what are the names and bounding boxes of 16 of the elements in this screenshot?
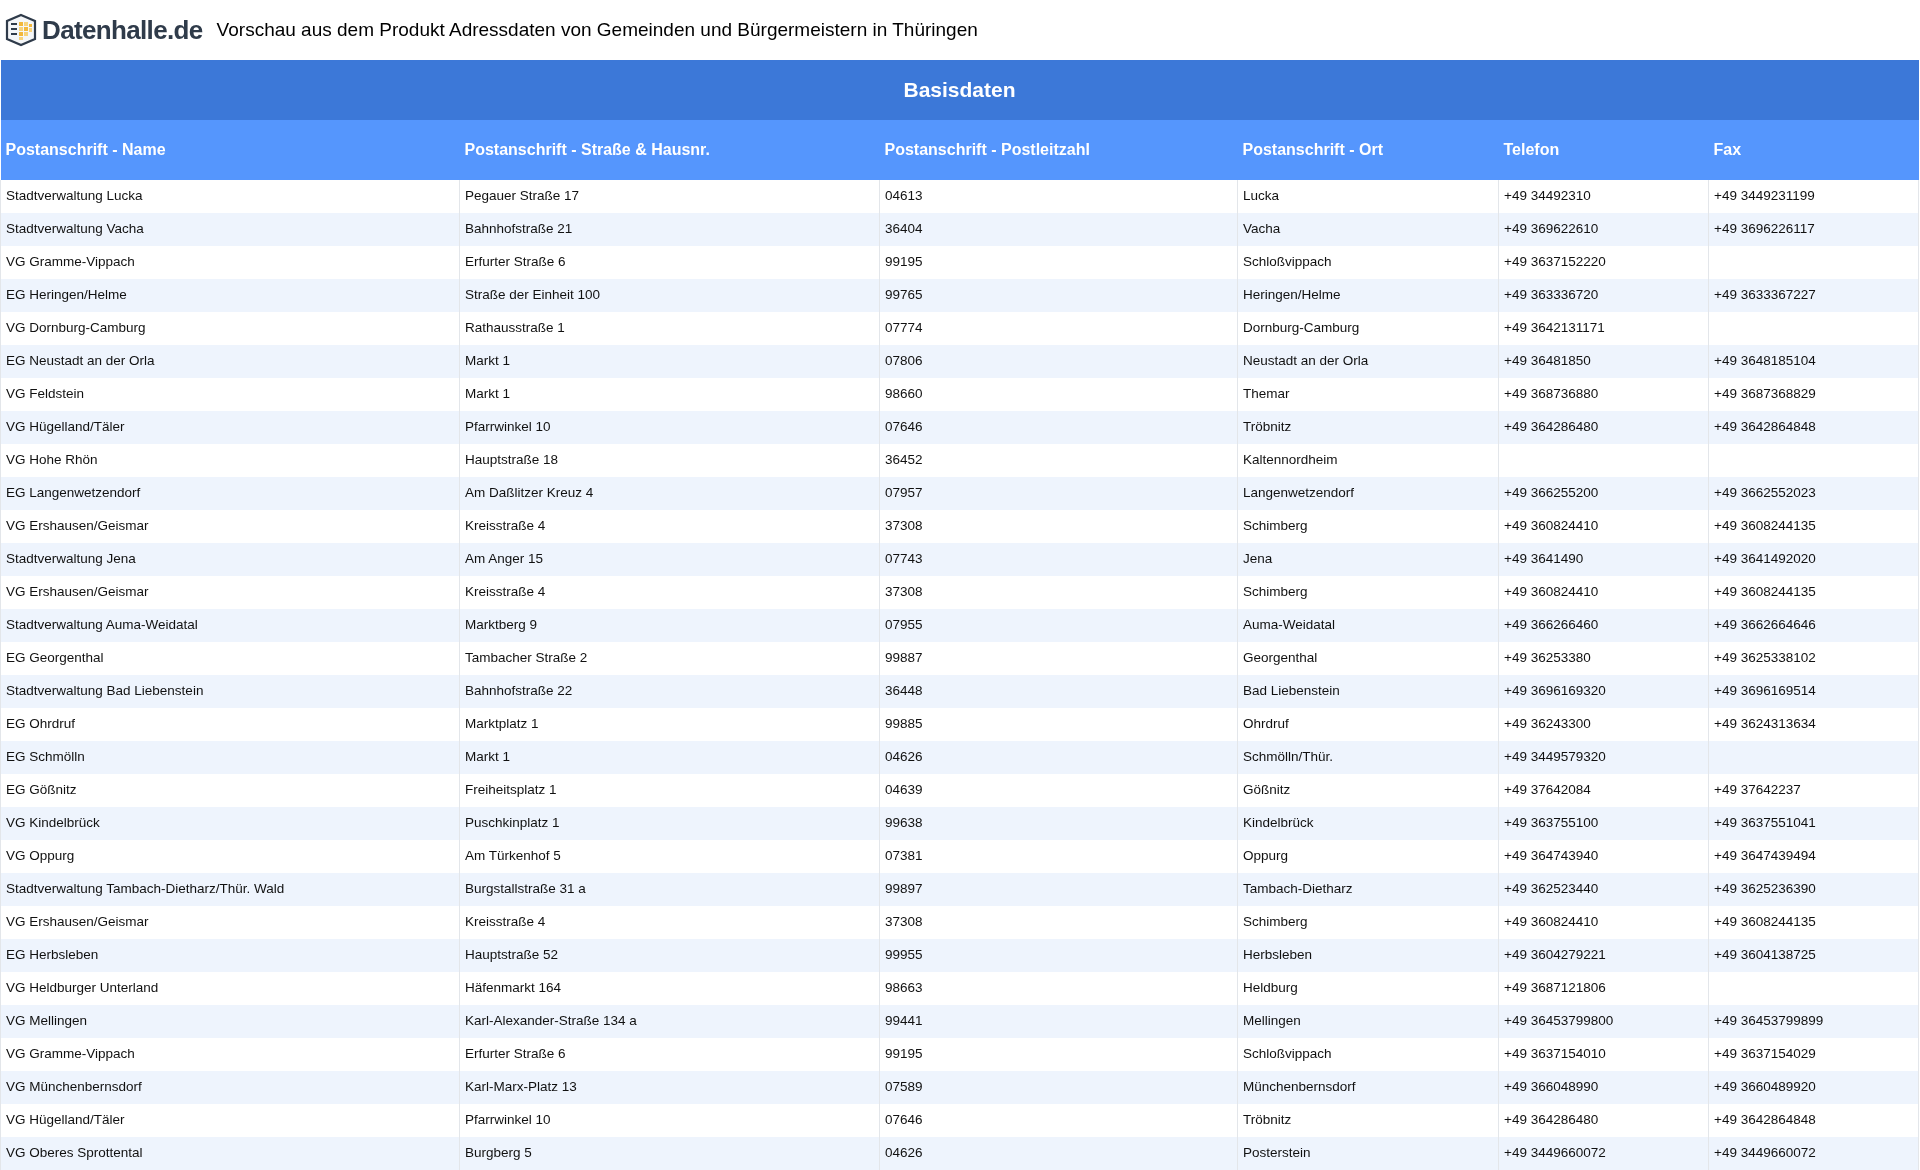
table-group-heading: Basisdaten (0, 60, 1919, 120)
table-cell: VG Oberes Sprottental (0, 1137, 460, 1170)
table-cell: +49 3449660072 (1498, 1137, 1709, 1170)
table-cell: Burgberg 5 (459, 1137, 880, 1170)
table-cell: 04626 (879, 1137, 1238, 1170)
table-cell: +49 3449660072 (1708, 1137, 1919, 1170)
column-header: Telefon (1498, 120, 1709, 180)
logo-icon (4, 13, 38, 47)
column-header: Postanschrift - Ort (1237, 120, 1499, 180)
logo-wordmark[interactable]: Datenhalle.de (42, 10, 203, 50)
column-header: Postanschrift - Name (0, 120, 460, 180)
column-header: Fax (1708, 120, 1919, 180)
column-header: Postanschrift - Postleitzahl (879, 120, 1238, 180)
table-cell: Posterstein (1237, 1137, 1499, 1170)
column-header: Postanschrift - Straße & Hausnr. (459, 120, 880, 180)
page-title: Vorschau aus dem Produkt Adressdaten von Gemeinden und Bürgermeistern in Thüringen (216, 17, 978, 42)
